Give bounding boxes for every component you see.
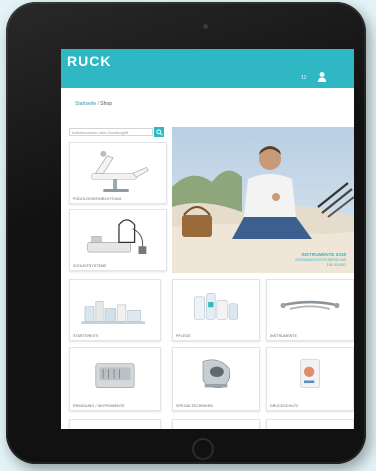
category-tile-druckschutz[interactable]: DRUCKSCHUTZ <box>266 347 354 411</box>
camera-icon <box>203 24 208 29</box>
instruments-image <box>280 300 340 310</box>
header-count[interactable]: 12 <box>301 75 307 81</box>
banner-text: INSTRUMENTE 2018 VERSANDKOSTENFREI AB 15… <box>295 252 346 267</box>
promo-banner[interactable]: INSTRUMENTE 2018 VERSANDKOSTENFREI AB 15… <box>172 127 354 273</box>
category-tile-reinigung[interactable]: REINIGUNG / INSTRUMENTE <box>69 347 161 411</box>
tile-label: REINIGUNG / INSTRUMENTE <box>73 404 125 408</box>
home-button[interactable] <box>192 438 214 460</box>
breadcrumb-current: Shop <box>100 101 112 107</box>
tablet-device: RUCK 12 Startseite / Shop Artikelnummer … <box>6 2 366 464</box>
category-tile-partial[interactable] <box>266 419 354 429</box>
category-tile-pflege[interactable]: PFLEGE <box>172 279 260 341</box>
search-icon <box>155 128 163 136</box>
breadcrumb: Startseite / Shop <box>75 101 112 107</box>
search-button[interactable] <box>154 127 164 137</box>
tile-label: PODOLOGIEEINRICHTUNG <box>73 197 122 201</box>
starter-kit-image <box>81 300 146 324</box>
cleaning-device-image <box>95 363 135 388</box>
tile-label: SPEZIALTECHNIKEN <box>176 404 213 408</box>
tile-label: DRUCKSCHUTZ <box>270 404 299 408</box>
pressure-protection-image <box>300 359 320 388</box>
category-tile-partial[interactable] <box>69 419 161 429</box>
tile-label: SCHLEIFSYSTEME <box>73 264 107 268</box>
category-tile-spezialtechniken[interactable]: SPEZIALTECHNIKEN <box>172 347 260 411</box>
breadcrumb-home[interactable]: Startseite <box>75 101 96 107</box>
user-icon[interactable] <box>317 71 327 83</box>
category-tile-partial[interactable] <box>172 419 260 429</box>
brand-logo[interactable]: RUCK <box>67 53 111 69</box>
special-device-image <box>202 359 231 388</box>
tablet-screen: RUCK 12 Startseite / Shop Artikelnummer … <box>61 49 354 429</box>
category-tile-starterkits[interactable]: STARTERKITS <box>69 279 161 341</box>
search-input[interactable]: Artikelnummer oder Suchbegriff <box>69 128 153 136</box>
drill-system-image <box>87 219 147 255</box>
category-tile-schleifsysteme[interactable]: SCHLEIFSYSTEME <box>69 209 167 271</box>
care-products-image <box>194 293 238 320</box>
treatment-chair-image <box>91 150 149 192</box>
category-tile-instrumente[interactable]: INSTRUMENTE <box>266 279 354 341</box>
site-header: RUCK 12 <box>61 49 354 88</box>
tile-label: PFLEGE <box>176 334 191 338</box>
tile-label: INSTRUMENTE <box>270 334 298 338</box>
category-tile-podologieeinrichtung[interactable]: PODOLOGIEEINRICHTUNG <box>69 142 167 204</box>
banner-price: 150 EURO <box>326 262 346 267</box>
tile-label: STARTERKITS <box>73 334 99 338</box>
